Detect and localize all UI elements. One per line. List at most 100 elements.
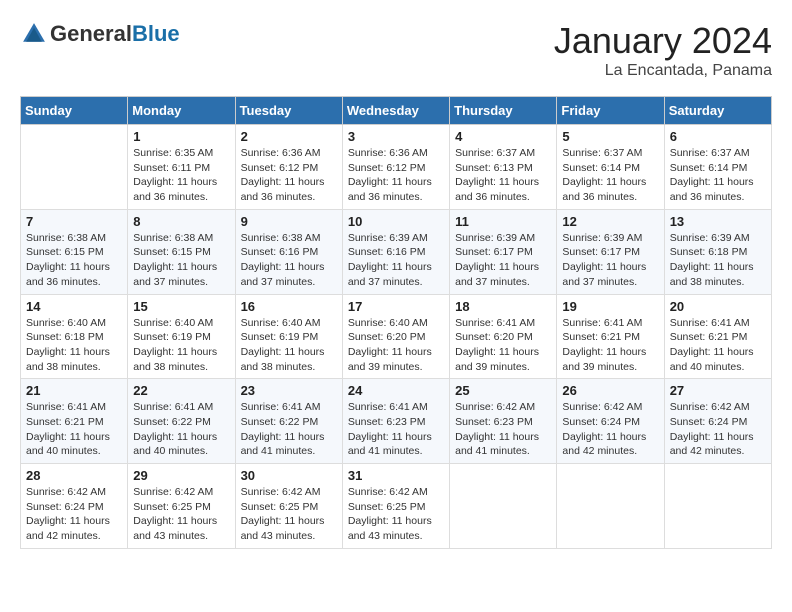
day-number: 15	[133, 299, 229, 314]
day-number: 10	[348, 214, 444, 229]
day-number: 25	[455, 383, 551, 398]
day-number: 1	[133, 129, 229, 144]
day-info: Sunrise: 6:36 AMSunset: 6:12 PMDaylight:…	[241, 146, 337, 205]
day-number: 4	[455, 129, 551, 144]
day-number: 29	[133, 468, 229, 483]
calendar-cell: 22Sunrise: 6:41 AMSunset: 6:22 PMDayligh…	[128, 379, 235, 464]
day-info: Sunrise: 6:38 AMSunset: 6:15 PMDaylight:…	[133, 231, 229, 290]
day-info: Sunrise: 6:42 AMSunset: 6:25 PMDaylight:…	[348, 485, 444, 544]
day-info: Sunrise: 6:41 AMSunset: 6:21 PMDaylight:…	[562, 316, 658, 375]
calendar-week-row: 7 Sunrise: 6:38 AMSunset: 6:15 PMDaylight…	[21, 209, 772, 294]
day-number: 21	[26, 383, 122, 398]
calendar-cell: 5 Sunrise: 6:37 AMSunset: 6:14 PMDaylight…	[557, 125, 664, 210]
calendar-cell: 25 Sunrise: 6:42 AMSunset: 6:23 PMDayligh…	[450, 379, 557, 464]
day-info: Sunrise: 6:37 AMSunset: 6:13 PMDaylight:…	[455, 146, 551, 205]
calendar-cell: 20Sunrise: 6:41 AMSunset: 6:21 PMDayligh…	[664, 294, 771, 379]
calendar-body: 1 Sunrise: 6:35 AMSunset: 6:11 PMDaylight…	[21, 125, 772, 549]
day-info: Sunrise: 6:35 AMSunset: 6:11 PMDaylight:…	[133, 146, 229, 205]
weekday-header: Sunday	[21, 97, 128, 125]
day-number: 18	[455, 299, 551, 314]
calendar-cell: 8 Sunrise: 6:38 AMSunset: 6:15 PMDaylight…	[128, 209, 235, 294]
day-info: Sunrise: 6:41 AMSunset: 6:21 PMDaylight:…	[26, 400, 122, 459]
day-info: Sunrise: 6:42 AMSunset: 6:25 PMDaylight:…	[133, 485, 229, 544]
day-number: 28	[26, 468, 122, 483]
day-number: 3	[348, 129, 444, 144]
weekday-header: Saturday	[664, 97, 771, 125]
day-number: 7	[26, 214, 122, 229]
calendar-cell: 6 Sunrise: 6:37 AMSunset: 6:14 PMDaylight…	[664, 125, 771, 210]
day-info: Sunrise: 6:41 AMSunset: 6:22 PMDaylight:…	[241, 400, 337, 459]
logo-blue-text: Blue	[132, 21, 180, 46]
calendar-cell: 24Sunrise: 6:41 AMSunset: 6:23 PMDayligh…	[342, 379, 449, 464]
day-number: 12	[562, 214, 658, 229]
day-info: Sunrise: 6:40 AMSunset: 6:18 PMDaylight:…	[26, 316, 122, 375]
day-info: Sunrise: 6:41 AMSunset: 6:22 PMDaylight:…	[133, 400, 229, 459]
calendar-cell: 12 Sunrise: 6:39 AMSunset: 6:17 PMDayligh…	[557, 209, 664, 294]
day-number: 31	[348, 468, 444, 483]
calendar-cell: 15 Sunrise: 6:40 AMSunset: 6:19 PMDayligh…	[128, 294, 235, 379]
calendar-cell: 21 Sunrise: 6:41 AMSunset: 6:21 PMDayligh…	[21, 379, 128, 464]
weekday-header: Tuesday	[235, 97, 342, 125]
calendar-cell: 18 Sunrise: 6:41 AMSunset: 6:20 PMDayligh…	[450, 294, 557, 379]
calendar-cell: 13Sunrise: 6:39 AMSunset: 6:18 PMDayligh…	[664, 209, 771, 294]
calendar-week-row: 14Sunrise: 6:40 AMSunset: 6:18 PMDayligh…	[21, 294, 772, 379]
calendar-cell: 29 Sunrise: 6:42 AMSunset: 6:25 PMDayligh…	[128, 464, 235, 549]
day-number: 16	[241, 299, 337, 314]
day-number: 6	[670, 129, 766, 144]
day-info: Sunrise: 6:36 AMSunset: 6:12 PMDaylight:…	[348, 146, 444, 205]
logo: GeneralBlue	[20, 20, 180, 48]
day-info: Sunrise: 6:38 AMSunset: 6:16 PMDaylight:…	[241, 231, 337, 290]
day-info: Sunrise: 6:38 AMSunset: 6:15 PMDaylight:…	[26, 231, 122, 290]
page-header: GeneralBlue January 2024 La Encantada, P…	[20, 20, 772, 80]
calendar-cell: 14Sunrise: 6:40 AMSunset: 6:18 PMDayligh…	[21, 294, 128, 379]
calendar-cell: 11 Sunrise: 6:39 AMSunset: 6:17 PMDayligh…	[450, 209, 557, 294]
logo-general-text: General	[50, 21, 132, 46]
day-info: Sunrise: 6:41 AMSunset: 6:20 PMDaylight:…	[455, 316, 551, 375]
calendar-cell: 7 Sunrise: 6:38 AMSunset: 6:15 PMDaylight…	[21, 209, 128, 294]
month-title: January 2024	[554, 20, 772, 62]
day-info: Sunrise: 6:40 AMSunset: 6:20 PMDaylight:…	[348, 316, 444, 375]
calendar-cell: 3 Sunrise: 6:36 AMSunset: 6:12 PMDaylight…	[342, 125, 449, 210]
day-number: 13	[670, 214, 766, 229]
day-number: 9	[241, 214, 337, 229]
calendar-cell: 26 Sunrise: 6:42 AMSunset: 6:24 PMDayligh…	[557, 379, 664, 464]
location-title: La Encantada, Panama	[554, 62, 772, 80]
day-number: 19	[562, 299, 658, 314]
weekday-header: Thursday	[450, 97, 557, 125]
day-info: Sunrise: 6:41 AMSunset: 6:21 PMDaylight:…	[670, 316, 766, 375]
day-info: Sunrise: 6:39 AMSunset: 6:16 PMDaylight:…	[348, 231, 444, 290]
calendar-cell: 4 Sunrise: 6:37 AMSunset: 6:13 PMDaylight…	[450, 125, 557, 210]
day-info: Sunrise: 6:37 AMSunset: 6:14 PMDaylight:…	[562, 146, 658, 205]
calendar-cell: 16Sunrise: 6:40 AMSunset: 6:19 PMDayligh…	[235, 294, 342, 379]
weekday-header: Monday	[128, 97, 235, 125]
calendar-week-row: 28 Sunrise: 6:42 AMSunset: 6:24 PMDayligh…	[21, 464, 772, 549]
calendar-cell: 2Sunrise: 6:36 AMSunset: 6:12 PMDaylight…	[235, 125, 342, 210]
day-info: Sunrise: 6:42 AMSunset: 6:25 PMDaylight:…	[241, 485, 337, 544]
day-info: Sunrise: 6:42 AMSunset: 6:23 PMDaylight:…	[455, 400, 551, 459]
day-info: Sunrise: 6:42 AMSunset: 6:24 PMDaylight:…	[562, 400, 658, 459]
calendar-cell	[664, 464, 771, 549]
calendar-cell: 1 Sunrise: 6:35 AMSunset: 6:11 PMDaylight…	[128, 125, 235, 210]
day-info: Sunrise: 6:39 AMSunset: 6:17 PMDaylight:…	[562, 231, 658, 290]
weekday-row: SundayMondayTuesdayWednesdayThursdayFrid…	[21, 97, 772, 125]
day-number: 11	[455, 214, 551, 229]
day-info: Sunrise: 6:37 AMSunset: 6:14 PMDaylight:…	[670, 146, 766, 205]
calendar-cell: 9 Sunrise: 6:38 AMSunset: 6:16 PMDaylight…	[235, 209, 342, 294]
calendar-cell: 28 Sunrise: 6:42 AMSunset: 6:24 PMDayligh…	[21, 464, 128, 549]
calendar-cell: 27Sunrise: 6:42 AMSunset: 6:24 PMDayligh…	[664, 379, 771, 464]
calendar-cell	[21, 125, 128, 210]
day-info: Sunrise: 6:39 AMSunset: 6:17 PMDaylight:…	[455, 231, 551, 290]
day-info: Sunrise: 6:40 AMSunset: 6:19 PMDaylight:…	[133, 316, 229, 375]
day-number: 5	[562, 129, 658, 144]
day-number: 26	[562, 383, 658, 398]
day-number: 24	[348, 383, 444, 398]
day-number: 8	[133, 214, 229, 229]
weekday-header: Friday	[557, 97, 664, 125]
calendar-cell: 10 Sunrise: 6:39 AMSunset: 6:16 PMDayligh…	[342, 209, 449, 294]
calendar-cell: 23 Sunrise: 6:41 AMSunset: 6:22 PMDayligh…	[235, 379, 342, 464]
calendar-cell: 17Sunrise: 6:40 AMSunset: 6:20 PMDayligh…	[342, 294, 449, 379]
day-number: 23	[241, 383, 337, 398]
calendar-cell	[557, 464, 664, 549]
day-info: Sunrise: 6:42 AMSunset: 6:24 PMDaylight:…	[26, 485, 122, 544]
calendar-header: SundayMondayTuesdayWednesdayThursdayFrid…	[21, 97, 772, 125]
